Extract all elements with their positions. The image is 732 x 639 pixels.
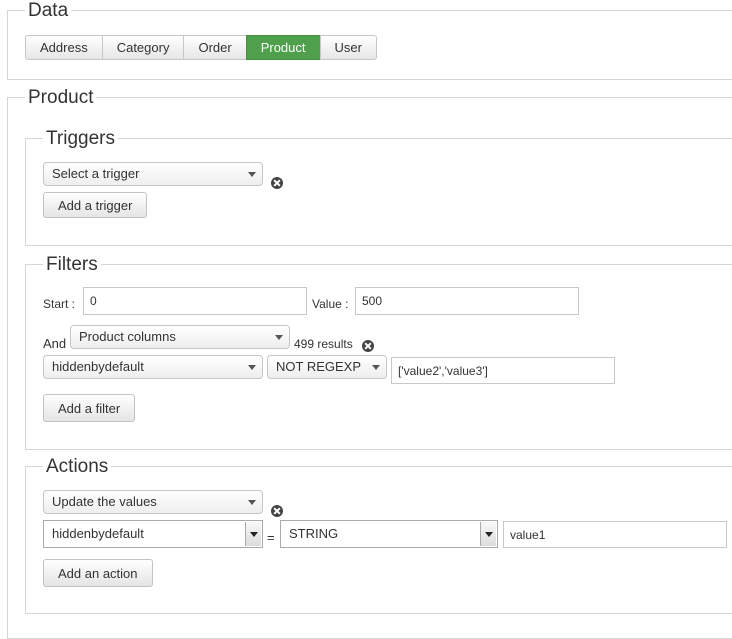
add-action-button[interactable]: Add an action <box>43 559 153 587</box>
filter-field-value: hiddenbydefault <box>52 359 144 374</box>
actions-legend: Actions <box>43 457 112 476</box>
chevron-down-icon <box>248 365 256 370</box>
chevron-down-icon <box>372 365 380 370</box>
tab-order[interactable]: Order <box>183 35 246 60</box>
columns-select-value: Product columns <box>79 329 176 344</box>
start-input[interactable] <box>83 287 307 315</box>
chevron-down-icon <box>248 500 256 505</box>
data-tabs: Address Category Order Product User <box>25 35 377 60</box>
tab-product[interactable]: Product <box>245 35 320 60</box>
action-select[interactable]: Update the values <box>43 490 263 514</box>
value-input[interactable] <box>355 287 579 315</box>
value-label: Value : <box>312 297 349 311</box>
dropdown-arrow-icon <box>480 522 496 546</box>
action-select-value: Update the values <box>52 494 157 509</box>
action-value-input[interactable] <box>503 521 727 548</box>
trigger-select[interactable]: Select a trigger <box>43 162 263 186</box>
results-count: 499 results <box>294 337 353 351</box>
tab-user[interactable]: User <box>319 35 377 60</box>
triggers-legend: Triggers <box>43 129 118 148</box>
data-legend: Data <box>25 1 72 20</box>
and-label: And <box>43 336 67 351</box>
add-filter-button[interactable]: Add a filter <box>43 394 136 422</box>
action-type-value: STRING <box>289 526 339 541</box>
start-label: Start : <box>43 297 76 311</box>
tab-address[interactable]: Address <box>25 35 102 60</box>
filter-field-select[interactable]: hiddenbydefault <box>43 355 263 379</box>
product-legend: Product <box>25 88 97 107</box>
filter-value-input[interactable] <box>391 357 615 384</box>
dropdown-arrow-icon <box>245 522 261 546</box>
operator-select[interactable]: NOT REGEXP <box>267 355 387 379</box>
columns-select[interactable]: Product columns <box>70 325 290 349</box>
action-field-select[interactable]: hiddenbydefault <box>43 520 263 548</box>
remove-filter-icon[interactable] <box>362 340 374 352</box>
remove-trigger-icon[interactable] <box>271 177 283 189</box>
remove-action-icon[interactable] <box>271 505 283 517</box>
chevron-down-icon <box>275 335 283 340</box>
equals-sign: = <box>267 530 275 545</box>
chevron-down-icon <box>248 172 256 177</box>
operator-select-value: NOT REGEXP <box>276 359 362 374</box>
trigger-select-value: Select a trigger <box>52 166 140 181</box>
filters-legend: Filters <box>43 255 101 274</box>
tab-category[interactable]: Category <box>101 35 184 60</box>
add-trigger-button[interactable]: Add a trigger <box>43 192 148 218</box>
action-field-value: hiddenbydefault <box>52 526 144 541</box>
action-type-select[interactable]: STRING <box>280 520 498 548</box>
